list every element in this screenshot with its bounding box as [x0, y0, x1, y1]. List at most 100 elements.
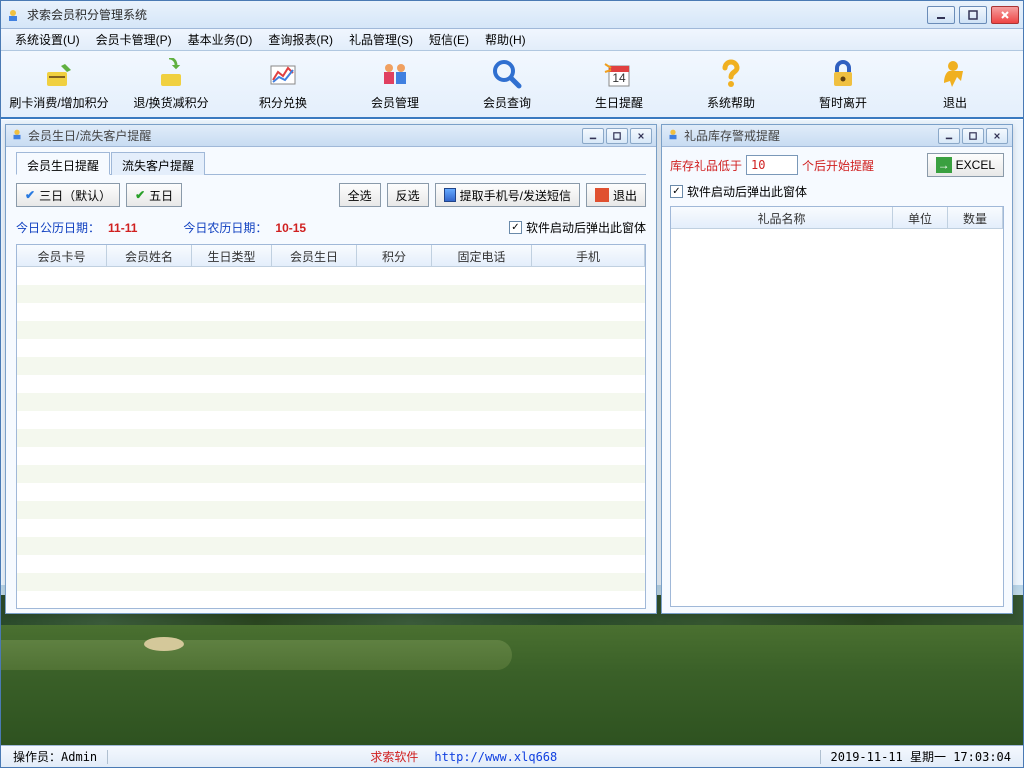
datetime-panel: 2019-11-11 星期一 17:03:04: [825, 748, 1018, 765]
check-icon: ✔: [135, 188, 145, 202]
exit-icon: [939, 58, 971, 90]
toolbar: 刷卡消费/增加积分 退/换货减积分 积分兑换 会员管理 会员查询 14 生日提醒…: [1, 51, 1023, 119]
tool-birthday-reminder[interactable]: 14 生日提醒: [563, 52, 675, 116]
tabs: 会员生日提醒 流失客户提醒: [16, 151, 646, 175]
tool-label: 系统帮助: [707, 94, 755, 111]
gregorian-label: 今日公历日期：: [16, 219, 100, 236]
points-exchange-icon: [267, 58, 299, 90]
tool-label: 刷卡消费/增加积分: [9, 94, 108, 111]
col-birthday-type[interactable]: 生日类型: [192, 245, 272, 266]
menu-gift-management[interactable]: 礼品管理(S): [341, 29, 421, 50]
menu-query-report[interactable]: 查询报表(R): [260, 29, 341, 50]
gregorian-value: 11-11: [108, 221, 137, 235]
tool-label: 会员查询: [483, 94, 531, 111]
stop-icon: [595, 188, 609, 202]
tool-system-help[interactable]: 系统帮助: [675, 52, 787, 116]
birthday-table: 会员卡号 会员姓名 生日类型 会员生日 积分 固定电话 手机: [16, 244, 646, 609]
app-icon: [5, 7, 21, 23]
tool-points-exchange[interactable]: 积分兑换: [227, 52, 339, 116]
col-gift-name[interactable]: 礼品名称: [671, 207, 893, 228]
three-day-button[interactable]: ✔三日（默认）: [16, 183, 120, 207]
menu-help[interactable]: 帮助(H): [477, 29, 534, 50]
tool-member-management[interactable]: 会员管理: [339, 52, 451, 116]
tool-label: 生日提醒: [595, 94, 643, 111]
window-title: 礼品库存警戒提醒: [684, 127, 938, 144]
lunar-label: 今日农历日期：: [183, 219, 267, 236]
child-minimize-button[interactable]: [938, 128, 960, 144]
tool-label: 退/换货减积分: [133, 94, 208, 111]
main-maximize-button[interactable]: [959, 6, 987, 24]
tool-label: 退出: [943, 94, 967, 111]
app-title: 求索会员积分管理系统: [27, 6, 927, 23]
threshold-prefix: 库存礼品低于: [670, 157, 742, 174]
statusbar: 操作员：Admin 求索软件 http://www.xlq668 2019-11…: [1, 745, 1023, 767]
popup-on-startup-checkbox[interactable]: ✓ 软件启动后弹出此窗体: [670, 183, 1004, 200]
exit-button[interactable]: 退出: [586, 183, 646, 207]
select-all-button[interactable]: 全选: [339, 183, 381, 207]
tool-return-goods[interactable]: 退/换货减积分: [115, 52, 227, 116]
tab-birthday-reminder[interactable]: 会员生日提醒: [16, 152, 110, 175]
table-body[interactable]: [17, 267, 645, 608]
operator-panel: 操作员：Admin: [7, 748, 103, 765]
phone-icon: [444, 188, 456, 202]
excel-export-button[interactable]: →EXCEL: [927, 153, 1004, 177]
tool-exit[interactable]: 退出: [899, 52, 1011, 116]
popup-on-startup-checkbox[interactable]: ✓ 软件启动后弹出此窗体: [509, 219, 646, 236]
main-minimize-button[interactable]: [927, 6, 955, 24]
check-icon: ✔: [25, 188, 35, 202]
menubar: 系统设置(U) 会员卡管理(P) 基本业务(D) 查询报表(R) 礼品管理(S)…: [1, 29, 1023, 51]
return-goods-icon: [155, 58, 187, 90]
company-url[interactable]: http://www.xlq668: [428, 750, 563, 764]
child-close-button[interactable]: [986, 128, 1008, 144]
menu-sms[interactable]: 短信(E): [421, 29, 477, 50]
five-day-button[interactable]: ✔五日: [126, 183, 182, 207]
company-name: 求索软件: [364, 748, 424, 765]
window-title: 会员生日/流失客户提醒: [28, 127, 582, 144]
table-body[interactable]: [671, 229, 1003, 606]
tool-label: 会员管理: [371, 94, 419, 111]
child-maximize-button[interactable]: [606, 128, 628, 144]
col-birthday[interactable]: 会员生日: [272, 245, 357, 266]
lock-icon: [827, 58, 859, 90]
col-phone[interactable]: 固定电话: [432, 245, 532, 266]
col-member-name[interactable]: 会员姓名: [107, 245, 192, 266]
child-minimize-button[interactable]: [582, 128, 604, 144]
menu-basic-business[interactable]: 基本业务(D): [180, 29, 261, 50]
window-icon: [10, 127, 24, 144]
main-close-button[interactable]: [991, 6, 1019, 24]
birthday-icon: 14: [603, 58, 635, 90]
members-icon: [379, 58, 411, 90]
gift-stock-window: 礼品库存警戒提醒 库存礼品低于 个后开始提醒 →EXCEL ✓ 软件启动: [661, 124, 1013, 614]
col-mobile[interactable]: 手机: [532, 245, 645, 266]
birthday-reminder-window: 会员生日/流失客户提醒 会员生日提醒 流失客户提醒 ✔三日（默认） ✔五日 全选: [5, 124, 657, 614]
menu-card-management[interactable]: 会员卡管理(P): [88, 29, 180, 50]
svg-text:14: 14: [612, 71, 626, 85]
col-points[interactable]: 积分: [357, 245, 432, 266]
child-maximize-button[interactable]: [962, 128, 984, 144]
invert-selection-button[interactable]: 反选: [387, 183, 429, 207]
window-icon: [666, 127, 680, 144]
tool-member-search[interactable]: 会员查询: [451, 52, 563, 116]
tool-lock-screen[interactable]: 暂时离开: [787, 52, 899, 116]
child-close-button[interactable]: [630, 128, 652, 144]
checkbox-icon: ✓: [509, 221, 522, 234]
col-unit[interactable]: 单位: [893, 207, 948, 228]
search-icon: [491, 58, 523, 90]
main-titlebar: 求索会员积分管理系统: [1, 1, 1023, 29]
help-icon: [715, 58, 747, 90]
tool-label: 暂时离开: [819, 94, 867, 111]
col-card-no[interactable]: 会员卡号: [17, 245, 107, 266]
mdi-area: 会员生日/流失客户提醒 会员生日提醒 流失客户提醒 ✔三日（默认） ✔五日 全选: [1, 119, 1023, 745]
gift-stock-table: 礼品名称 单位 数量: [670, 206, 1004, 607]
tool-card-swipe[interactable]: 刷卡消费/增加积分: [3, 52, 115, 116]
extract-phone-button[interactable]: 提取手机号/发送短信: [435, 183, 580, 207]
threshold-input[interactable]: [746, 155, 798, 175]
lunar-value: 10-15: [275, 221, 306, 235]
card-swipe-icon: [43, 58, 75, 90]
tab-lost-customer[interactable]: 流失客户提醒: [111, 152, 205, 175]
checkbox-icon: ✓: [670, 185, 683, 198]
arrow-right-icon: →: [936, 157, 952, 173]
menu-system-settings[interactable]: 系统设置(U): [7, 29, 88, 50]
col-quantity[interactable]: 数量: [948, 207, 1003, 228]
tool-label: 积分兑换: [259, 94, 307, 111]
